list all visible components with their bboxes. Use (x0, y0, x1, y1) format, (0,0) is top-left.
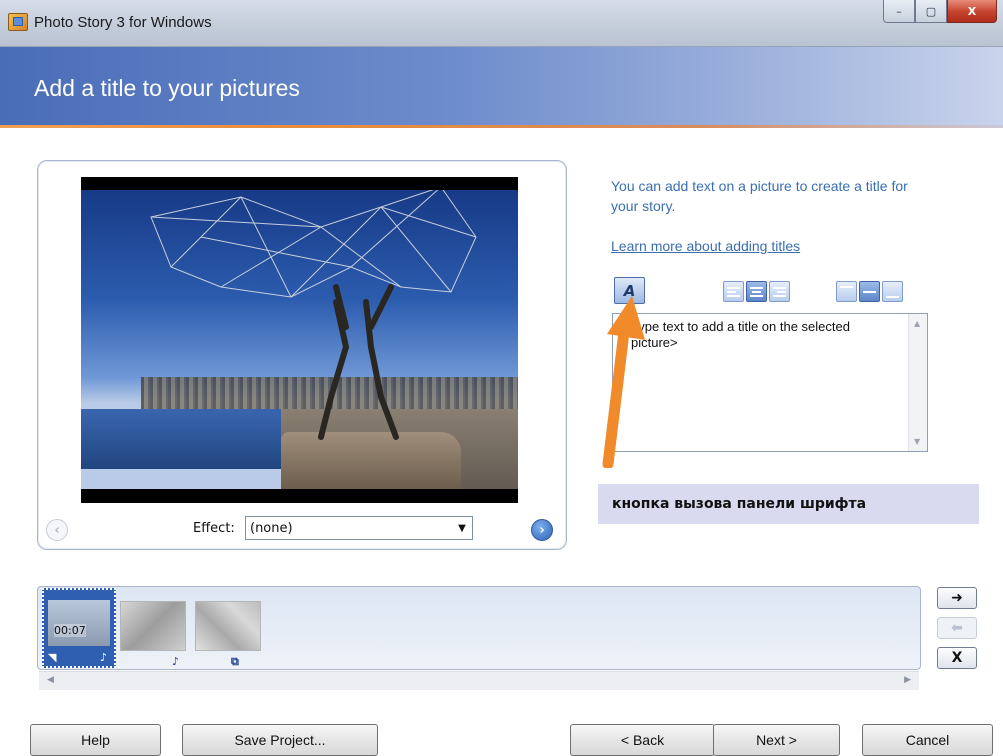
align-right-icon[interactable] (769, 281, 790, 302)
help-button[interactable]: Help (30, 724, 161, 756)
thumb-duration: 00:07 (54, 624, 86, 637)
previous-picture-button[interactable]: ‹ (46, 519, 68, 541)
learn-more-link[interactable]: Learn more about adding titles (611, 238, 800, 254)
minimize-button[interactable]: – (883, 0, 915, 23)
title-text-input[interactable]: Type text to add a title on the selected… (612, 313, 928, 452)
scroll-right-icon[interactable]: ▶ (904, 675, 911, 685)
annotation-label: кнопка вызова панели шрифта (598, 484, 979, 524)
title-placeholder: Type text to add a title on the selected… (631, 319, 850, 350)
title-marker-icon: ◥ (48, 651, 57, 664)
scroll-up-icon[interactable]: ▲ (914, 319, 920, 328)
page-title: Add a title to your pictures (34, 75, 300, 101)
filmstrip-thumb-3[interactable] (195, 601, 261, 651)
position-bottom-icon[interactable] (882, 281, 903, 302)
music-note-icon: ♪ (100, 651, 108, 664)
scroll-left-icon[interactable]: ◀ (47, 675, 54, 685)
window-title: Photo Story 3 for Windows (34, 14, 212, 31)
cancel-button[interactable]: Cancel (862, 724, 993, 756)
effect-value: (none) (250, 521, 293, 536)
app-icon (8, 13, 28, 31)
next-picture-button[interactable]: › (531, 519, 553, 541)
sculpture-graphic (150, 186, 477, 440)
position-top-icon[interactable] (836, 281, 857, 302)
music-note-icon: ♪ (172, 655, 180, 668)
title-scrollbar[interactable]: ▲ ▼ (908, 314, 927, 451)
close-button[interactable]: X (947, 0, 997, 23)
arrow-right-icon[interactable]: ➜ (937, 587, 977, 609)
window-controls: – ▢ X (883, 0, 997, 23)
text-position-group (836, 281, 903, 302)
filmstrip-thumb-1[interactable]: 00:07 ◥ ♪ (42, 588, 116, 668)
chevron-down-icon[interactable]: ▼ (452, 517, 472, 539)
arrow-left-icon[interactable]: ⬅ (937, 617, 977, 639)
effect-label: Effect: (193, 521, 235, 536)
align-left-icon[interactable] (723, 281, 744, 302)
position-middle-icon[interactable] (859, 281, 880, 302)
instructions-text: You can add text on a picture to create … (611, 178, 908, 214)
page-header: Add a title to your pictures (0, 47, 1003, 125)
header-divider (0, 125, 1003, 128)
filmstrip-scrollbar[interactable]: ◀ ▶ (39, 671, 919, 690)
annotation-arrow-icon (602, 296, 645, 468)
transition-icon: ⧉ (231, 655, 239, 668)
text-alignment-group (723, 281, 790, 302)
scroll-down-icon[interactable]: ▼ (914, 437, 920, 446)
effect-dropdown[interactable]: (none) ▼ (245, 516, 473, 540)
align-center-icon[interactable] (746, 281, 767, 302)
back-button[interactable]: < Back (570, 724, 715, 756)
save-project-button[interactable]: Save Project... (182, 724, 378, 756)
delete-icon[interactable]: X (937, 647, 977, 669)
picture-preview (81, 177, 518, 503)
next-button[interactable]: Next > (713, 724, 840, 756)
window-titlebar: Photo Story 3 for Windows – ▢ X (0, 0, 1003, 47)
maximize-button[interactable]: ▢ (915, 0, 947, 23)
filmstrip-thumb-2[interactable] (120, 601, 186, 651)
